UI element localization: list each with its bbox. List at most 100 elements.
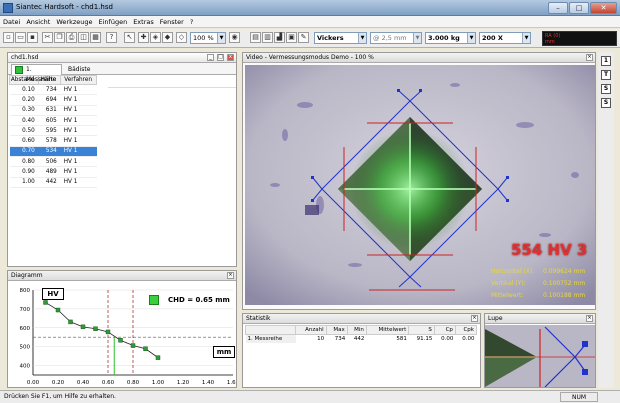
table-icon[interactable]: ▥ <box>262 32 273 43</box>
cut-icon[interactable]: ✂ <box>42 32 53 43</box>
statistics-panel: Statistik × Anzahl Max Min Mittelwert S Cp Cpk … <box>242 313 481 388</box>
stats-cell-3: 442 <box>353 336 365 342</box>
maximize-button[interactable]: □ <box>569 2 589 14</box>
close-button[interactable]: ✕ <box>590 2 617 14</box>
camera-icon[interactable]: ◉ <box>229 32 240 43</box>
stats-col-7[interactable]: Cpk <box>454 325 478 335</box>
measure-row-mean: Mittelwert: 0.100188 mm <box>491 292 586 299</box>
table-row[interactable]: 0.10 734 HV 1 <box>9 84 97 96</box>
stats-col-1[interactable]: Anzahl <box>295 325 327 335</box>
y-tick-label: 700 <box>20 307 31 313</box>
diagram-close-button[interactable]: × <box>227 272 234 279</box>
stats-col-4[interactable]: Mittelwert <box>365 325 410 335</box>
menu-fenster[interactable]: Fenster <box>157 16 187 28</box>
cell-haerte: 489 <box>38 166 61 178</box>
y-tick-label: 400 <box>20 364 31 370</box>
cursor-icon[interactable]: ↖ <box>124 32 135 43</box>
cell-verfahren: HV 1 <box>60 84 97 96</box>
statistics-close-button[interactable]: × <box>471 315 478 322</box>
menu-help[interactable]: ? <box>187 16 196 28</box>
video-close-button[interactable]: × <box>586 54 593 61</box>
document-panel-header: chd1.hsd _ □ x <box>8 53 236 63</box>
save-icon[interactable]: ▪ <box>27 32 38 43</box>
document-panel: chd1.hsd _ □ x 1. Messreihe Bädiste Abst… <box>7 52 237 267</box>
table-row[interactable]: 0.30 631 HV 1 <box>9 105 97 116</box>
stats-col-0[interactable] <box>244 325 297 335</box>
table-row[interactable]: 0.40 605 HV 1 <box>9 115 97 127</box>
data-point <box>68 319 73 325</box>
magnification-select[interactable]: 200 X ▼ <box>479 32 531 44</box>
load-select[interactable]: 3.000 kg ▼ <box>425 32 476 44</box>
video-panel-header: Video - Vermessungsmodus Demo - 100 % × <box>243 53 595 63</box>
stats-col-3[interactable]: Min <box>346 325 367 335</box>
report-icon[interactable]: ▣ <box>286 32 297 43</box>
cell-haerte: 442 <box>38 177 61 188</box>
doc-restore-button[interactable]: □ <box>217 54 224 61</box>
doc-minimize-button[interactable]: _ <box>207 54 214 61</box>
diagram-panel-header: Diagramm × <box>8 271 236 281</box>
cell-abstand: 0.90 <box>9 166 39 178</box>
edit-icon[interactable]: ✎ <box>298 32 309 43</box>
right-tool-1[interactable]: 1 <box>601 56 611 66</box>
statistics-table: Anzahl Max Min Mittelwert S Cp Cpk 1. Messreih… <box>244 325 478 343</box>
doc-close-button[interactable]: x <box>227 54 234 61</box>
menu-bar: Datei Ansicht Werkzeuge Einfügen Extras Fenst… <box>0 16 620 28</box>
x-tick-label: 1.20 <box>177 380 190 386</box>
table-row[interactable]: 1.00 442 HV 1 <box>9 177 97 188</box>
x-tick-label: 0.00 <box>27 380 40 386</box>
menu-datei[interactable]: Datei <box>0 16 23 28</box>
cell-verfahren: HV 1 <box>60 125 97 137</box>
menu-ansicht[interactable]: Ansicht <box>23 16 53 28</box>
stats-col-2[interactable]: Max <box>325 325 348 335</box>
preview-icon[interactable]: ◫ <box>78 32 89 43</box>
cross-icon[interactable]: ✚ <box>138 32 149 43</box>
table-row[interactable]: 0.50 595 HV 1 <box>9 125 97 137</box>
data-point <box>105 329 111 335</box>
open-file-icon[interactable]: ▭ <box>15 32 26 43</box>
right-tool-s2[interactable]: S <box>601 98 611 108</box>
cell-haerte: 534 <box>38 146 61 158</box>
lupe-panel: Lupe × <box>484 313 596 388</box>
measure-row-y: Vertikal (Y): 0.100752 mm <box>491 280 586 287</box>
grid-icon[interactable]: ▦ <box>90 32 101 43</box>
table-row[interactable]: 0.60 578 HV 1 <box>9 135 97 147</box>
app-icon <box>3 3 13 13</box>
print-icon[interactable]: ⎙ <box>66 32 77 43</box>
menu-werkzeuge[interactable]: Werkzeuge <box>53 16 95 28</box>
table-row[interactable]: 0.20 694 HV 1 <box>9 94 97 106</box>
window-icon[interactable]: ▤ <box>250 32 261 43</box>
copy-icon[interactable]: ❐ <box>54 32 65 43</box>
right-tool-text[interactable]: T <box>601 70 611 80</box>
target-icon[interactable]: ◈ <box>150 32 161 43</box>
table-row[interactable]: 0.80 506 HV 1 <box>9 156 97 168</box>
measurement-table: Abstand Härte Verfahren 0.10734HV 10.206… <box>8 75 97 188</box>
menu-einfuegen[interactable]: Einfügen <box>96 16 131 28</box>
zoom-select[interactable]: 100 % ▼ <box>190 32 226 44</box>
right-toolbar: 1 T S S <box>598 52 614 388</box>
minimize-button[interactable]: – <box>548 2 568 14</box>
table-row[interactable]: 0.70 534 HV 1 <box>9 146 97 158</box>
measure-icon[interactable]: ◇ <box>176 32 187 43</box>
tab-messreihe[interactable]: 1. Messreihe <box>11 64 62 83</box>
stats-col-6[interactable]: Cp <box>433 325 456 335</box>
cell-abstand: 0.30 <box>9 105 39 116</box>
title-bar: Siantec Hardsoft - chd1.hsd – □ ✕ <box>0 0 620 16</box>
window-title: Siantec Hardsoft - chd1.hsd <box>16 3 113 11</box>
col-verfahren[interactable]: Verfahren <box>60 75 97 85</box>
tab-baediste[interactable]: Bädiste <box>65 65 93 74</box>
cell-haerte: 506 <box>38 156 61 168</box>
stats-col-5[interactable]: S <box>408 325 435 335</box>
new-file-icon[interactable]: ▫ <box>3 32 14 43</box>
cell-abstand: 0.60 <box>9 135 39 147</box>
help-icon[interactable]: ? <box>106 32 117 43</box>
cell-verfahren: HV 1 <box>60 177 97 188</box>
menu-extras[interactable]: Extras <box>130 16 157 28</box>
right-tool-s1[interactable]: S <box>601 84 611 94</box>
method-select[interactable]: Vickers ▼ <box>314 32 367 44</box>
diamond-icon[interactable]: ◆ <box>162 32 173 43</box>
lens-select[interactable]: @ 2,5 mm ▼ <box>370 32 422 44</box>
lupe-close-button[interactable]: × <box>586 315 593 322</box>
table-row[interactable]: 0.90 489 HV 1 <box>9 166 97 178</box>
statistics-panel-header: Statistik × <box>243 314 480 324</box>
chart-icon[interactable]: ▟ <box>274 32 285 43</box>
